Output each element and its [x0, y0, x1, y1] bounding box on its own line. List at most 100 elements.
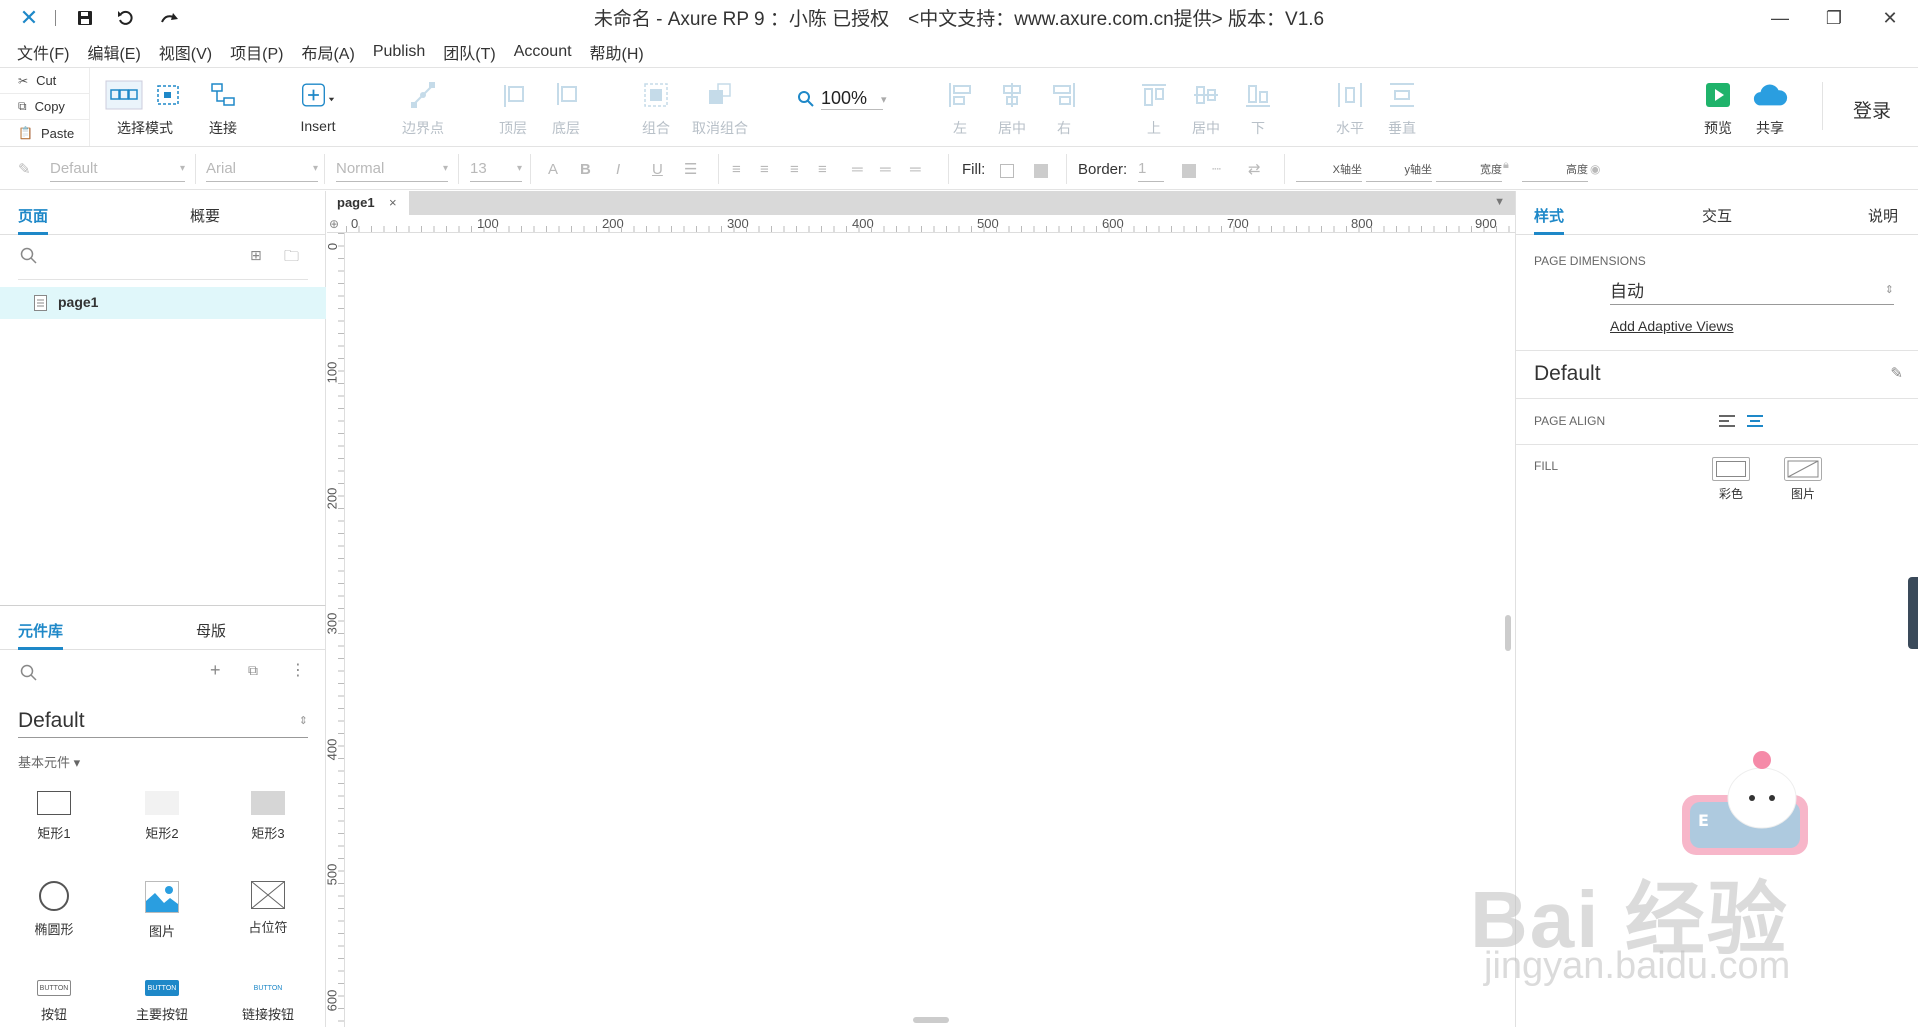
zoom-control[interactable]: 100% ▾ [797, 88, 887, 110]
widget-primary-button[interactable]: BUTTON 主要按钮 [122, 980, 202, 1023]
font-family-select[interactable]: Arial ▾ [206, 156, 318, 182]
align-right-tool[interactable]: 右 [1046, 78, 1082, 138]
tab-outline[interactable]: 概要 [190, 205, 220, 226]
height-input[interactable]: 高度 [1522, 156, 1588, 182]
border-color-swatch[interactable] [1182, 164, 1196, 178]
menu-project[interactable]: 项目(P) [230, 40, 283, 64]
vertical-scrollbar[interactable] [1505, 615, 1511, 651]
lock-ratio-icon[interactable]: 🔒︎ [1503, 159, 1509, 172]
text-align-right-icon[interactable]: ≡ [790, 156, 799, 182]
align-center-tool[interactable]: 居中 [994, 78, 1030, 138]
align-middle-tool[interactable]: 居中 [1188, 78, 1224, 138]
library-select[interactable]: Default ⇕ [18, 704, 308, 738]
widget-placeholder[interactable]: 占位符 [228, 881, 308, 936]
text-justify-icon[interactable]: ≡ [818, 156, 827, 182]
style-edit-icon[interactable]: ✎ [18, 156, 31, 182]
menu-arrange[interactable]: 布局(A) [301, 40, 354, 64]
login-link[interactable]: 登录 [1853, 96, 1891, 123]
pages-search-icon[interactable] [20, 247, 38, 270]
library-search-icon[interactable] [20, 664, 38, 687]
bring-to-front-tool[interactable]: 顶层 [495, 78, 531, 138]
widget-rectangle-1[interactable]: 矩形1 [14, 791, 94, 842]
align-left-tool[interactable]: 左 [942, 78, 978, 138]
fill-image-option[interactable]: 图片 [1784, 457, 1822, 502]
select-mode-tool[interactable]: 选择模式 [104, 78, 186, 138]
fill-color-swatch[interactable] [1000, 164, 1014, 178]
close-button[interactable]: ✕ [1862, 0, 1918, 36]
paste-button[interactable]: 📋 Paste [0, 120, 90, 146]
border-point-tool[interactable]: 边界点 [402, 78, 444, 138]
style-select[interactable]: Default ▾ [50, 156, 185, 182]
widget-ellipse[interactable]: 椭圆形 [14, 881, 94, 938]
library-copy-icon[interactable]: ⧉ [248, 662, 258, 679]
side-drawer-handle[interactable] [1908, 577, 1918, 649]
widget-image[interactable]: 图片 [122, 881, 202, 940]
tab-interactions[interactable]: 交互 [1702, 205, 1732, 226]
add-page-icon[interactable]: ⊞ [250, 247, 262, 264]
page-item-selected[interactable]: page1 [0, 287, 326, 319]
send-to-back-tool[interactable]: 底层 [548, 78, 584, 138]
ungroup-tool[interactable]: 取消组合 [692, 78, 748, 138]
ruler-origin-icon[interactable]: ⊕ [329, 217, 339, 231]
insert-tool[interactable]: Insert [300, 78, 336, 134]
border-style-icon[interactable]: ┈ [1212, 156, 1221, 182]
align-center-icon[interactable] [1746, 414, 1764, 428]
close-tab-icon[interactable]: × [389, 195, 397, 210]
menu-help[interactable]: 帮助(H) [590, 40, 644, 64]
minimize-button[interactable]: — [1752, 0, 1808, 36]
italic-icon[interactable]: I [616, 156, 620, 182]
text-align-left-icon[interactable]: ≡ [732, 156, 741, 182]
connect-tool[interactable]: 连接 [205, 78, 241, 138]
arrow-style-icon[interactable]: ⇄ [1248, 156, 1261, 182]
tab-masters[interactable]: 母版 [196, 620, 226, 641]
widget-rectangle-3[interactable]: 矩形3 [228, 791, 308, 842]
fill-color-option[interactable]: 彩色 [1712, 457, 1750, 502]
group-tool[interactable]: 组合 [638, 78, 674, 138]
page-tab[interactable]: page1 × [327, 191, 409, 215]
align-left-icon[interactable] [1718, 414, 1736, 428]
widget-rectangle-2[interactable]: 矩形2 [122, 791, 202, 842]
design-canvas[interactable] [346, 234, 1515, 1027]
visibility-eye-icon[interactable]: ◉ [1590, 156, 1600, 182]
add-folder-icon[interactable]: 🗀 [284, 246, 299, 271]
border-width-input[interactable]: 1 [1138, 156, 1164, 182]
underline-icon[interactable]: U [652, 156, 663, 182]
text-align-center-icon[interactable]: ≡ [760, 156, 769, 182]
tab-overflow-icon[interactable]: ▼ [1494, 196, 1505, 208]
distribute-horizontal-tool[interactable]: 水平 [1332, 78, 1368, 138]
font-weight-select[interactable]: Normal ▾ [336, 156, 448, 182]
horizontal-scrollbar[interactable] [913, 1017, 949, 1023]
add-adaptive-views-link[interactable]: Add Adaptive Views [1610, 318, 1734, 334]
share-button[interactable]: 共享 [1752, 78, 1788, 138]
menu-account[interactable]: Account [514, 43, 572, 61]
width-input[interactable]: 宽度 [1436, 156, 1502, 182]
font-color-icon[interactable]: A [548, 156, 558, 182]
widget-link-button[interactable]: BUTTON 链接按钮 [228, 980, 308, 1023]
category-header[interactable]: 基本元件 ▾ [18, 752, 80, 771]
tab-style[interactable]: 样式 [1534, 205, 1565, 235]
y-input[interactable]: y轴坐 [1366, 156, 1432, 182]
menu-edit[interactable]: 编辑(E) [87, 40, 140, 64]
tab-pages[interactable]: 页面 [18, 205, 49, 235]
x-input[interactable]: X轴坐 [1296, 156, 1362, 182]
distribute-vertical-tool[interactable]: 垂直 [1384, 78, 1420, 138]
preview-button[interactable]: 预览 [1700, 78, 1736, 138]
menu-team[interactable]: 团队(T) [443, 40, 495, 64]
add-library-icon[interactable]: + [210, 660, 221, 681]
menu-file[interactable]: 文件(F) [17, 40, 69, 64]
bullet-list-icon[interactable]: ☰ [684, 156, 697, 182]
font-size-select[interactable]: 13 ▾ [470, 156, 522, 182]
tab-libraries[interactable]: 元件库 [18, 620, 64, 650]
valign-top-icon[interactable]: ═ [852, 156, 863, 182]
menu-view[interactable]: 视图(V) [159, 40, 212, 64]
bold-icon[interactable]: B [580, 156, 591, 182]
align-bottom-tool[interactable]: 下 [1240, 78, 1276, 138]
tab-notes[interactable]: 说明 [1868, 205, 1898, 226]
copy-button[interactable]: ⧉ Copy [0, 94, 90, 120]
restore-button[interactable]: ❐ [1806, 0, 1862, 36]
edit-style-icon[interactable]: ✎ [1890, 364, 1903, 382]
align-top-tool[interactable]: 上 [1136, 78, 1172, 138]
widget-button[interactable]: BUTTON 按钮 [14, 980, 94, 1023]
shadow-swatch[interactable] [1034, 164, 1048, 178]
valign-middle-icon[interactable]: ═ [880, 156, 891, 182]
